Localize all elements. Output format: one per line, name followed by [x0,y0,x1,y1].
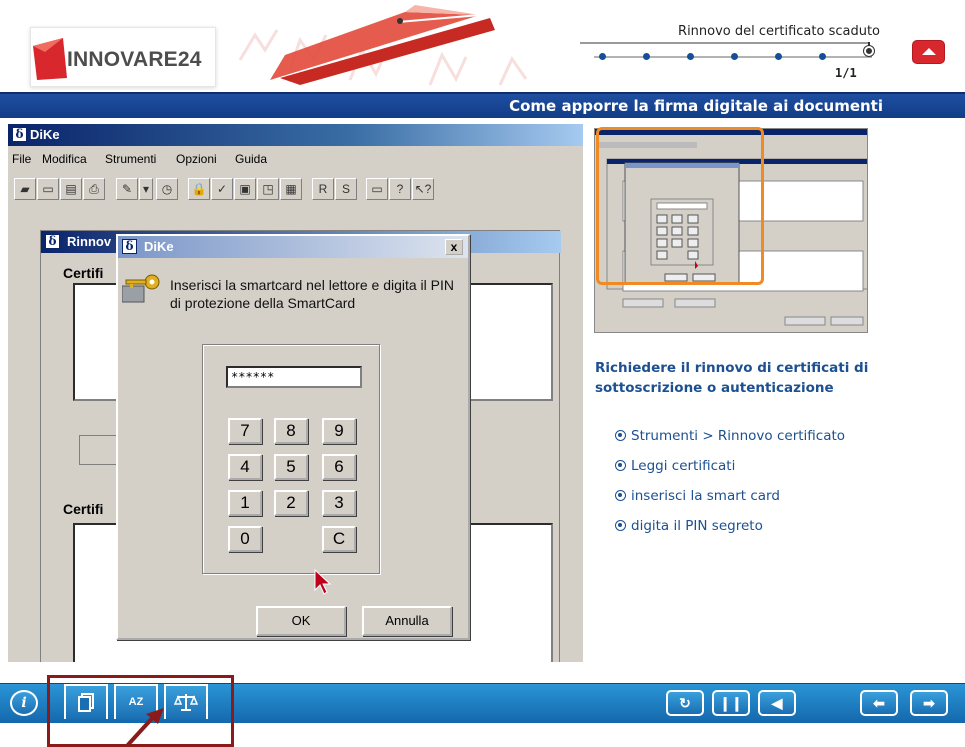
context-help-icon[interactable]: ↖? [412,178,434,200]
annotation-arrow-icon [124,708,164,747]
document-icon[interactable]: ▦ [280,178,302,200]
certificate-icon[interactable]: ▣ [234,178,256,200]
dike-logo-icon: δ [122,239,137,254]
sign-pen-icon[interactable]: ✎ [116,178,138,200]
key-3[interactable]: 3 [322,490,356,516]
certificates-label-2: Certifi [63,501,104,517]
key-1[interactable]: 1 [228,490,262,516]
page-title: Come apporre la firma digitale ai docume… [509,97,883,115]
step-item: Leggi certificati [615,458,735,474]
course-title: Rinnovo del certificato scaduto [678,24,880,39]
page-title-bar: Come apporre la firma digitale ai docume… [0,92,965,118]
step-label: inserisci la smart card [631,488,780,504]
dike-screenshot: δ DiKe File Modifica Strumenti Opzioni G… [8,124,583,662]
pin-dialog-titlebar: δ DiKe x [118,236,468,258]
logo[interactable]: INNOVARE24 [30,27,216,87]
s-icon[interactable]: S [335,178,357,200]
key-icon [122,274,160,303]
key-2[interactable]: 2 [274,490,308,516]
back-icon[interactable]: ⬅ [860,690,898,716]
folder-icon[interactable]: ▭ [37,178,59,200]
info-icon[interactable]: i [10,690,38,716]
pen-illustration [238,5,528,86]
cancel-button[interactable]: Annulla [362,606,452,636]
radio-bullet-icon [615,430,626,441]
pin-dialog-message: Inserisci la smartcard nel lettore e dig… [170,277,454,311]
dike-app-title: DiKe [30,127,60,142]
pin-dialog-title: DiKe [144,239,174,254]
key-0[interactable]: 0 [228,526,262,552]
key-9[interactable]: 9 [322,418,356,444]
progress-dot[interactable] [819,53,826,60]
progress-current-marker [864,46,874,56]
radio-bullet-icon [615,490,626,501]
step-label: Strumenti > Rinnovo certificato [631,428,846,444]
progress-dot[interactable] [643,53,650,60]
step-label: Leggi certificati [631,458,736,474]
progress-dot[interactable] [775,53,782,60]
progress-dot[interactable] [731,53,738,60]
menu-file[interactable]: File [12,152,31,166]
save-icon[interactable]: ▤ [60,178,82,200]
menu-strumenti[interactable]: Strumenti [105,152,156,166]
key-clear[interactable]: C [322,526,356,552]
key-7[interactable]: 7 [228,418,262,444]
forward-icon[interactable]: ➡ [910,690,948,716]
dike-logo-icon: δ [45,234,60,249]
key-4[interactable]: 4 [228,454,262,480]
ok-button[interactable]: OK [256,606,346,636]
export-icon[interactable]: ◳ [257,178,279,200]
r-icon[interactable]: R [312,178,334,200]
menu-modifica[interactable]: Modifica [42,152,87,166]
progress-dot[interactable] [687,53,694,60]
key-6[interactable]: 6 [322,454,356,480]
open-folder-icon[interactable]: ▰ [14,178,36,200]
page-number: 1/1 [835,66,857,80]
pause-icon[interactable]: ❙❙ [712,690,750,716]
key-8[interactable]: 8 [274,418,308,444]
key-5[interactable]: 5 [274,454,308,480]
replay-icon[interactable]: ↻ [666,690,704,716]
pin-input[interactable]: ****** [226,366,362,388]
dike-logo-icon: δ [12,127,27,142]
triangle-up-icon [922,48,936,55]
radio-bullet-icon [615,520,626,531]
radio-bullet-icon [615,460,626,471]
timer-icon[interactable]: ◷ [156,178,178,200]
dike-titlebar: δ DiKe [8,124,583,146]
step-item: inserisci la smart card [615,488,780,504]
collapse-header-button[interactable] [912,40,945,64]
close-button[interactable]: x [445,239,463,255]
step-item: Strumenti > Rinnovo certificato [615,428,845,444]
certificates-label: Certifi [63,265,104,281]
logo-text: INNOVARE24 [67,48,202,71]
progress-divider [580,42,870,44]
mouse-pointer-icon [314,568,332,595]
progress-dot[interactable] [599,53,606,60]
step-label: digita il PIN segreto [631,518,763,534]
dropdown-icon[interactable]: ▾ [139,178,153,200]
card-icon[interactable]: ▭ [366,178,388,200]
menu-guida[interactable]: Guida [235,152,267,166]
lock-icon[interactable]: 🔒 [188,178,210,200]
dike-toolbar: ▰ ▭ ▤ ⎙ ✎ ▾ ◷ 🔒 ✓ ▣ ◳ ▦ R S ▭ ? ↖? [8,174,583,204]
step-item: digita il PIN segreto [615,518,763,534]
renewal-window-title: Rinnov [67,234,112,249]
menu-opzioni[interactable]: Opzioni [176,152,217,166]
verify-check-icon[interactable]: ✓ [211,178,233,200]
section-heading: Richiedere il rinnovo di certificati di … [595,360,869,396]
header: INNOVARE24 Rinnovo del certificato scadu… [0,0,965,92]
help-icon[interactable]: ? [389,178,411,200]
pin-dialog: δ DiKe x Inserisci la smartcard nel lett… [116,234,470,640]
audio-icon[interactable]: ◀ [758,690,796,716]
print-icon[interactable]: ⎙ [83,178,105,200]
dike-menubar: File Modifica Strumenti Opzioni Guida [8,148,583,170]
thumbnail-highlight [596,127,764,285]
